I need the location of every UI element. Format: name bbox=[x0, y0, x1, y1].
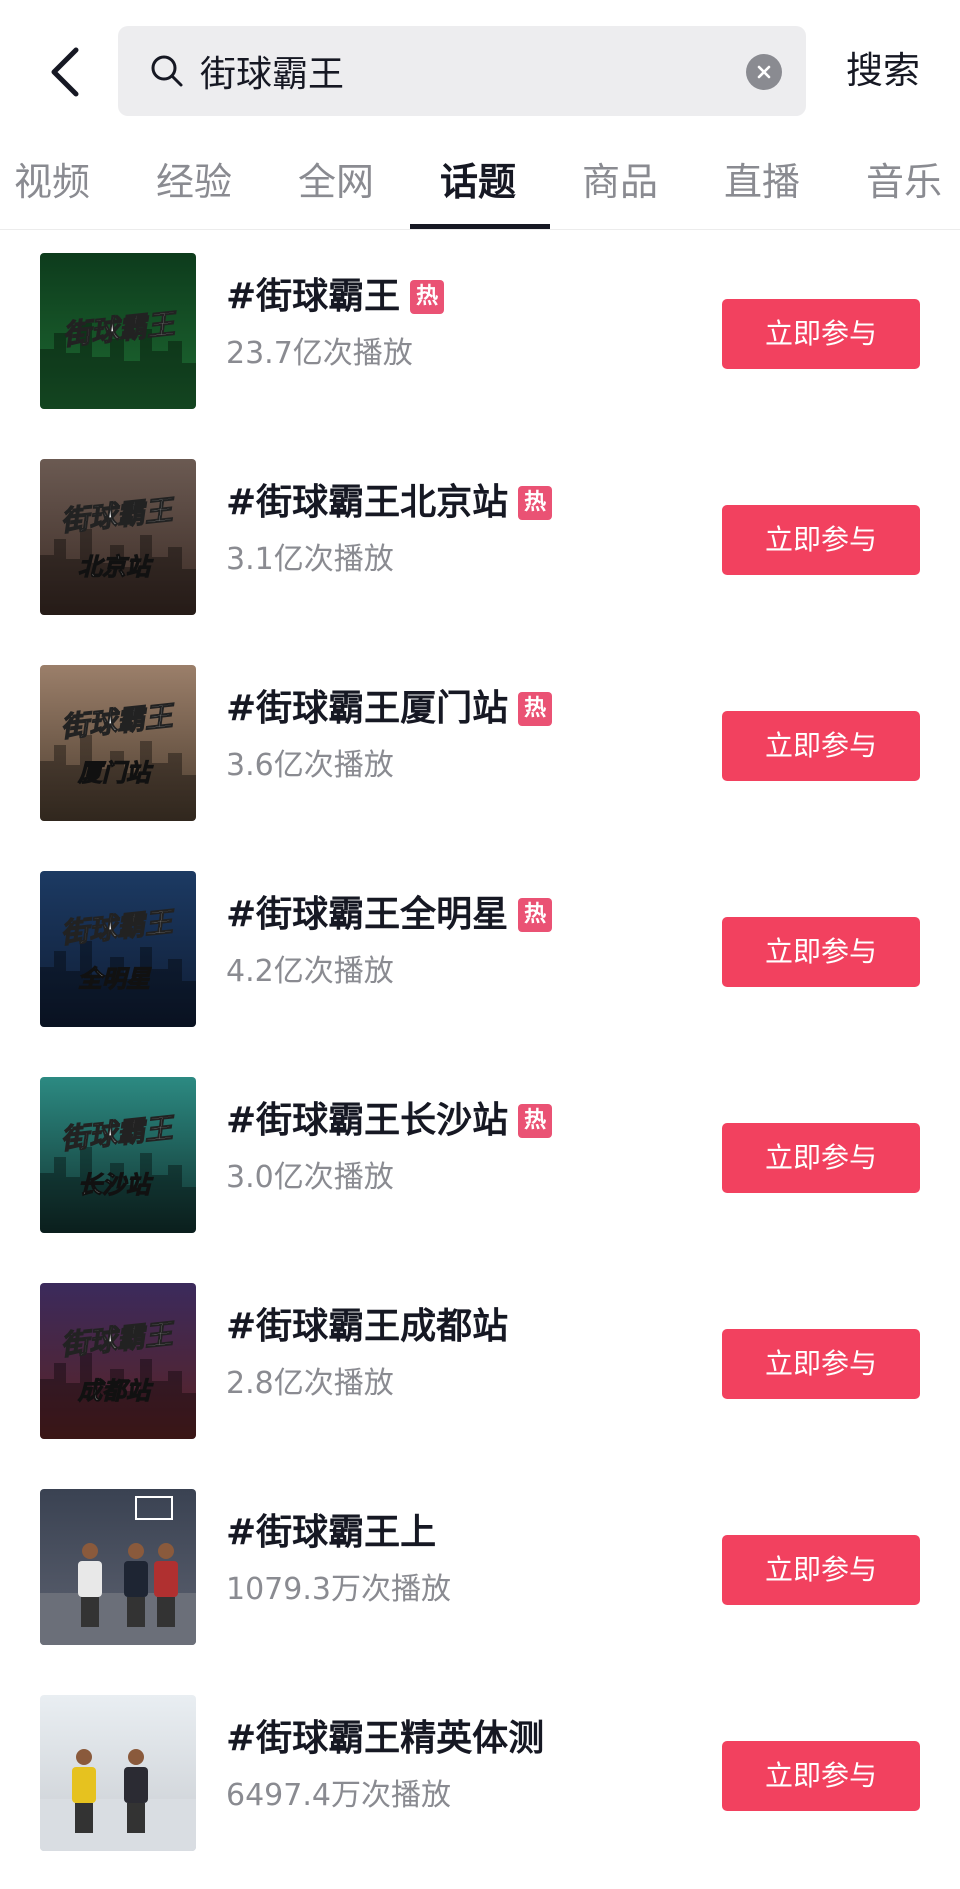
play-count: 3.0亿次播放 bbox=[226, 1160, 394, 1195]
join-button[interactable]: 立即参与 bbox=[722, 1329, 920, 1399]
topic-row[interactable]: 街球霸王 全明星 #街球霸王全明星 热 4.2亿次播放 立即参与 bbox=[0, 849, 960, 1055]
topic-row[interactable]: #街球霸王上 1079.3万次播放 立即参与 bbox=[0, 1467, 960, 1673]
topic-row[interactable]: 街球霸王 #街球霸王 热 23.7亿次播放 立即参与 bbox=[0, 231, 960, 437]
topic-title-text: #街球霸王全明星 bbox=[226, 894, 509, 935]
search-button[interactable]: 搜索 bbox=[846, 44, 920, 98]
hot-badge: 热 bbox=[410, 280, 445, 314]
tab-music[interactable]: 音乐 bbox=[866, 154, 942, 210]
thumbnail-image: 街球霸王长沙站 bbox=[40, 1077, 196, 1233]
topic-thumbnail[interactable]: 街球霸王 长沙站 bbox=[40, 1077, 196, 1233]
thumbnail-subtitle: 成都站 bbox=[77, 1377, 154, 1405]
chevron-left-icon bbox=[51, 47, 79, 97]
join-button[interactable]: 立即参与 bbox=[722, 711, 920, 781]
topic-title-text: #街球霸王厦门站 bbox=[226, 688, 509, 729]
topic-title-text: #街球霸王上 bbox=[226, 1512, 437, 1553]
back-button[interactable] bbox=[40, 44, 90, 100]
search-icon bbox=[151, 55, 183, 87]
play-count: 3.6亿次播放 bbox=[226, 748, 394, 783]
topic-title-text: #街球霸王 bbox=[226, 276, 401, 317]
play-count: 6497.4万次播放 bbox=[226, 1778, 451, 1813]
play-count: 3.1亿次播放 bbox=[226, 542, 394, 577]
category-tabs: 视频 经验 全网 话题 商品 直播 音乐 bbox=[0, 140, 960, 230]
thumbnail-image: 街球霸王 bbox=[40, 253, 196, 409]
hot-badge: 热 bbox=[518, 486, 553, 520]
thumbnail-subtitle: 全明星 bbox=[78, 965, 152, 993]
join-button[interactable]: 立即参与 bbox=[722, 1741, 920, 1811]
tab-products[interactable]: 商品 bbox=[582, 154, 658, 210]
topic-row[interactable]: 街球霸王 成都站 #街球霸王成都站 2.8亿次播放 立即参与 bbox=[0, 1261, 960, 1467]
topic-thumbnail[interactable]: 街球霸王 bbox=[40, 253, 196, 409]
tab-experience[interactable]: 经验 bbox=[156, 154, 232, 210]
join-button[interactable]: 立即参与 bbox=[722, 1535, 920, 1605]
topic-row[interactable]: #街球霸王精英体测 6497.4万次播放 立即参与 bbox=[0, 1673, 960, 1879]
join-button[interactable]: 立即参与 bbox=[722, 917, 920, 987]
topic-thumbnail[interactable]: 街球霸王 北京站 bbox=[40, 459, 196, 615]
topic-title: #街球霸王北京站 热 bbox=[226, 477, 553, 529]
search-box[interactable] bbox=[118, 26, 806, 116]
thumbnail-subtitle: 长沙站 bbox=[78, 1171, 154, 1199]
topic-thumbnail[interactable]: 街球霸王 全明星 bbox=[40, 871, 196, 1027]
clear-button[interactable] bbox=[746, 54, 782, 90]
play-count: 23.7亿次播放 bbox=[226, 336, 413, 371]
topic-title: #街球霸王上 bbox=[226, 1507, 436, 1559]
topic-thumbnail[interactable] bbox=[40, 1489, 196, 1645]
tab-live[interactable]: 直播 bbox=[724, 154, 800, 210]
play-count: 4.2亿次播放 bbox=[226, 954, 394, 989]
topic-title: #街球霸王厦门站 热 bbox=[226, 683, 553, 735]
topic-thumbnail[interactable] bbox=[40, 1695, 196, 1851]
topic-title-text: #街球霸王北京站 bbox=[226, 482, 509, 523]
search-header: 搜索 bbox=[0, 0, 960, 140]
topic-row[interactable]: 街球霸王 厦门站 #街球霸王厦门站 热 3.6亿次播放 立即参与 bbox=[0, 643, 960, 849]
join-button[interactable]: 立即参与 bbox=[722, 299, 920, 369]
topic-title: #街球霸王全明星 热 bbox=[226, 889, 553, 941]
hot-badge: 热 bbox=[518, 1104, 553, 1138]
topic-title: #街球霸王精英体测 bbox=[226, 1713, 544, 1765]
tab-video[interactable]: 视频 bbox=[14, 154, 90, 210]
search-input[interactable] bbox=[200, 26, 720, 116]
topic-title-text: #街球霸王成都站 bbox=[226, 1306, 509, 1347]
hot-badge: 热 bbox=[518, 898, 553, 932]
play-count: 1079.3万次播放 bbox=[226, 1572, 451, 1607]
topic-thumbnail[interactable]: 街球霸王 成都站 bbox=[40, 1283, 196, 1439]
topic-row[interactable]: 街球霸王 长沙站 #街球霸王长沙站 热 3.0亿次播放 立即参与 bbox=[0, 1055, 960, 1261]
thumbnail-subtitle: 北京站 bbox=[78, 553, 154, 581]
thumbnail-image: 街球霸王厦门站 bbox=[40, 665, 196, 821]
topic-thumbnail[interactable]: 街球霸王 厦门站 bbox=[40, 665, 196, 821]
thumbnail-image: 街球霸王成都站 bbox=[40, 1283, 196, 1439]
topic-title: #街球霸王 热 bbox=[226, 271, 445, 323]
thumbnail-image bbox=[40, 1489, 196, 1645]
thumbnail-image: 街球霸王全明星 bbox=[40, 871, 196, 1027]
join-button[interactable]: 立即参与 bbox=[722, 505, 920, 575]
topic-row[interactable]: 街球霸王 北京站 #街球霸王北京站 热 3.1亿次播放 立即参与 bbox=[0, 437, 960, 643]
topic-title: #街球霸王长沙站 热 bbox=[226, 1095, 553, 1147]
tab-topics[interactable]: 话题 bbox=[440, 154, 516, 210]
thumbnail-image bbox=[40, 1695, 196, 1851]
active-tab-indicator bbox=[410, 224, 550, 229]
tab-web[interactable]: 全网 bbox=[298, 154, 374, 210]
play-count: 2.8亿次播放 bbox=[226, 1366, 394, 1401]
close-icon bbox=[757, 65, 771, 79]
join-button[interactable]: 立即参与 bbox=[722, 1123, 920, 1193]
topic-title: #街球霸王成都站 bbox=[226, 1301, 508, 1353]
topic-title-text: #街球霸王长沙站 bbox=[226, 1100, 509, 1141]
thumbnail-subtitle: 厦门站 bbox=[77, 759, 154, 787]
hot-badge: 热 bbox=[518, 692, 553, 726]
thumbnail-image: 街球霸王北京站 bbox=[40, 459, 196, 615]
topic-title-text: #街球霸王精英体测 bbox=[226, 1718, 545, 1759]
